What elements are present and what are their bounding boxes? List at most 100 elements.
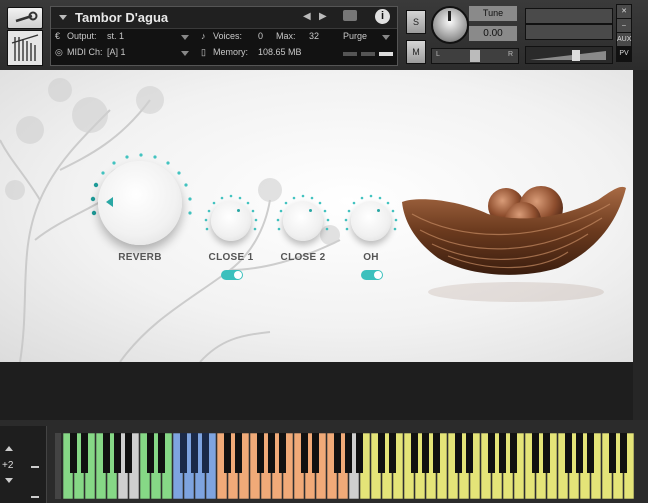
black-key[interactable] — [268, 433, 275, 473]
black-key[interactable] — [466, 433, 473, 473]
black-key[interactable] — [180, 433, 187, 473]
pan-slider[interactable]: L R — [431, 48, 519, 64]
oh-toggle[interactable] — [361, 270, 383, 280]
purge-indicator-1 — [343, 52, 357, 56]
black-key[interactable] — [257, 433, 264, 473]
instrument-name[interactable]: Tambor D'agua — [75, 10, 168, 25]
reverb-knob[interactable] — [98, 161, 182, 245]
output-label: Output: — [67, 31, 97, 41]
black-key[interactable] — [235, 433, 242, 473]
output-dropdown-icon[interactable] — [181, 35, 189, 40]
output-value[interactable]: st. 1 — [107, 31, 124, 41]
black-key[interactable] — [411, 433, 418, 473]
black-key[interactable] — [378, 433, 385, 473]
black-key[interactable] — [433, 433, 440, 473]
black-key[interactable] — [312, 433, 319, 473]
max-voices-value[interactable]: 32 — [309, 31, 319, 41]
black-key[interactable] — [202, 433, 209, 473]
black-key[interactable] — [576, 433, 583, 473]
midi-value[interactable]: [A] 1 — [107, 47, 126, 57]
pan-handle[interactable] — [470, 50, 480, 62]
memory-label: Memory: — [213, 47, 249, 57]
purge-dropdown-icon[interactable] — [382, 35, 390, 40]
black-key[interactable] — [356, 433, 363, 473]
midi-label: MIDI Ch: — [67, 47, 103, 57]
info-icon[interactable]: i — [375, 9, 390, 24]
octave-up-icon[interactable] — [5, 446, 13, 451]
black-key[interactable] — [510, 433, 517, 473]
level-meter-left — [525, 8, 613, 24]
black-key[interactable] — [345, 433, 352, 473]
black-key[interactable] — [455, 433, 462, 473]
close1-pointer-icon — [237, 209, 240, 212]
black-key[interactable] — [301, 433, 308, 473]
black-key[interactable] — [158, 433, 165, 473]
pv-button[interactable]: PV — [616, 46, 632, 62]
close1-knob[interactable] — [211, 201, 251, 241]
camera-icon[interactable] — [343, 10, 357, 21]
keyboard-left-edge — [55, 433, 61, 499]
instrument-scrollbar[interactable] — [633, 70, 648, 420]
instrument-menu-arrow-icon[interactable] — [59, 15, 67, 20]
wrench-icon — [15, 11, 38, 23]
output-icon: € — [55, 31, 61, 41]
memory-icon: ▯ — [201, 47, 206, 57]
black-key[interactable] — [543, 433, 550, 473]
mod-wheel-marker[interactable] — [31, 496, 39, 498]
reverb-label: REVERB — [118, 252, 162, 263]
purge-indicator-2 — [361, 52, 375, 56]
close2-knob[interactable] — [283, 201, 323, 241]
title-row: Tambor D'agua ◀ ▶ i — [51, 7, 397, 29]
black-key[interactable] — [334, 433, 341, 473]
black-key[interactable] — [224, 433, 231, 473]
black-key[interactable] — [70, 433, 77, 473]
oh-knob[interactable] — [351, 201, 391, 241]
oh-label: OH — [363, 252, 379, 263]
voices-label: Voices: — [213, 31, 243, 41]
volume-ramp-icon — [530, 50, 606, 61]
edit-instrument-button[interactable] — [7, 7, 43, 29]
solo-button[interactable]: S — [406, 10, 426, 34]
pitch-wheel-marker[interactable] — [31, 466, 39, 468]
tune-value[interactable]: 0.00 — [469, 26, 517, 41]
mute-button[interactable]: M — [406, 40, 426, 64]
black-key[interactable] — [532, 433, 539, 473]
black-key[interactable] — [389, 433, 396, 473]
black-key[interactable] — [422, 433, 429, 473]
black-key[interactable] — [114, 433, 121, 473]
voices-icon: ♪ — [201, 31, 206, 41]
purge-button[interactable]: Purge — [343, 31, 367, 41]
piano-keyboard[interactable] — [63, 433, 635, 499]
black-key[interactable] — [147, 433, 154, 473]
bowl-image — [402, 186, 626, 302]
black-key[interactable] — [103, 433, 110, 473]
black-key[interactable] — [488, 433, 495, 473]
next-instrument-icon[interactable]: ▶ — [319, 11, 327, 22]
octave-down-icon[interactable] — [5, 478, 13, 483]
instrument-logo — [7, 30, 43, 66]
pan-left-label: L — [436, 51, 440, 58]
black-key[interactable] — [609, 433, 616, 473]
instrument-lower-area — [0, 362, 633, 420]
close1-label: CLOSE 1 — [208, 252, 254, 263]
black-key[interactable] — [587, 433, 594, 473]
pan-right-label: R — [508, 51, 514, 58]
black-key[interactable] — [499, 433, 506, 473]
brand-logo-icon — [11, 34, 39, 61]
instrument-header: Tambor D'agua ◀ ▶ i € Output: st. 1 ♪ Vo… — [0, 0, 648, 70]
close2-pointer-icon — [309, 209, 312, 212]
tune-knob[interactable] — [431, 6, 469, 44]
black-key[interactable] — [81, 433, 88, 473]
memory-value: 108.65 MB — [258, 47, 302, 57]
black-key[interactable] — [125, 433, 132, 473]
close1-toggle[interactable] — [221, 270, 243, 280]
instrument-info-panel: Tambor D'agua ◀ ▶ i € Output: st. 1 ♪ Vo… — [50, 6, 398, 66]
black-key[interactable] — [191, 433, 198, 473]
midi-dropdown-icon[interactable] — [181, 51, 189, 56]
midi-icon: ◎ — [55, 47, 63, 57]
black-key[interactable] — [279, 433, 286, 473]
black-key[interactable] — [620, 433, 627, 473]
volume-slider[interactable] — [525, 46, 613, 64]
prev-instrument-icon[interactable]: ◀ — [303, 11, 311, 22]
black-key[interactable] — [565, 433, 572, 473]
